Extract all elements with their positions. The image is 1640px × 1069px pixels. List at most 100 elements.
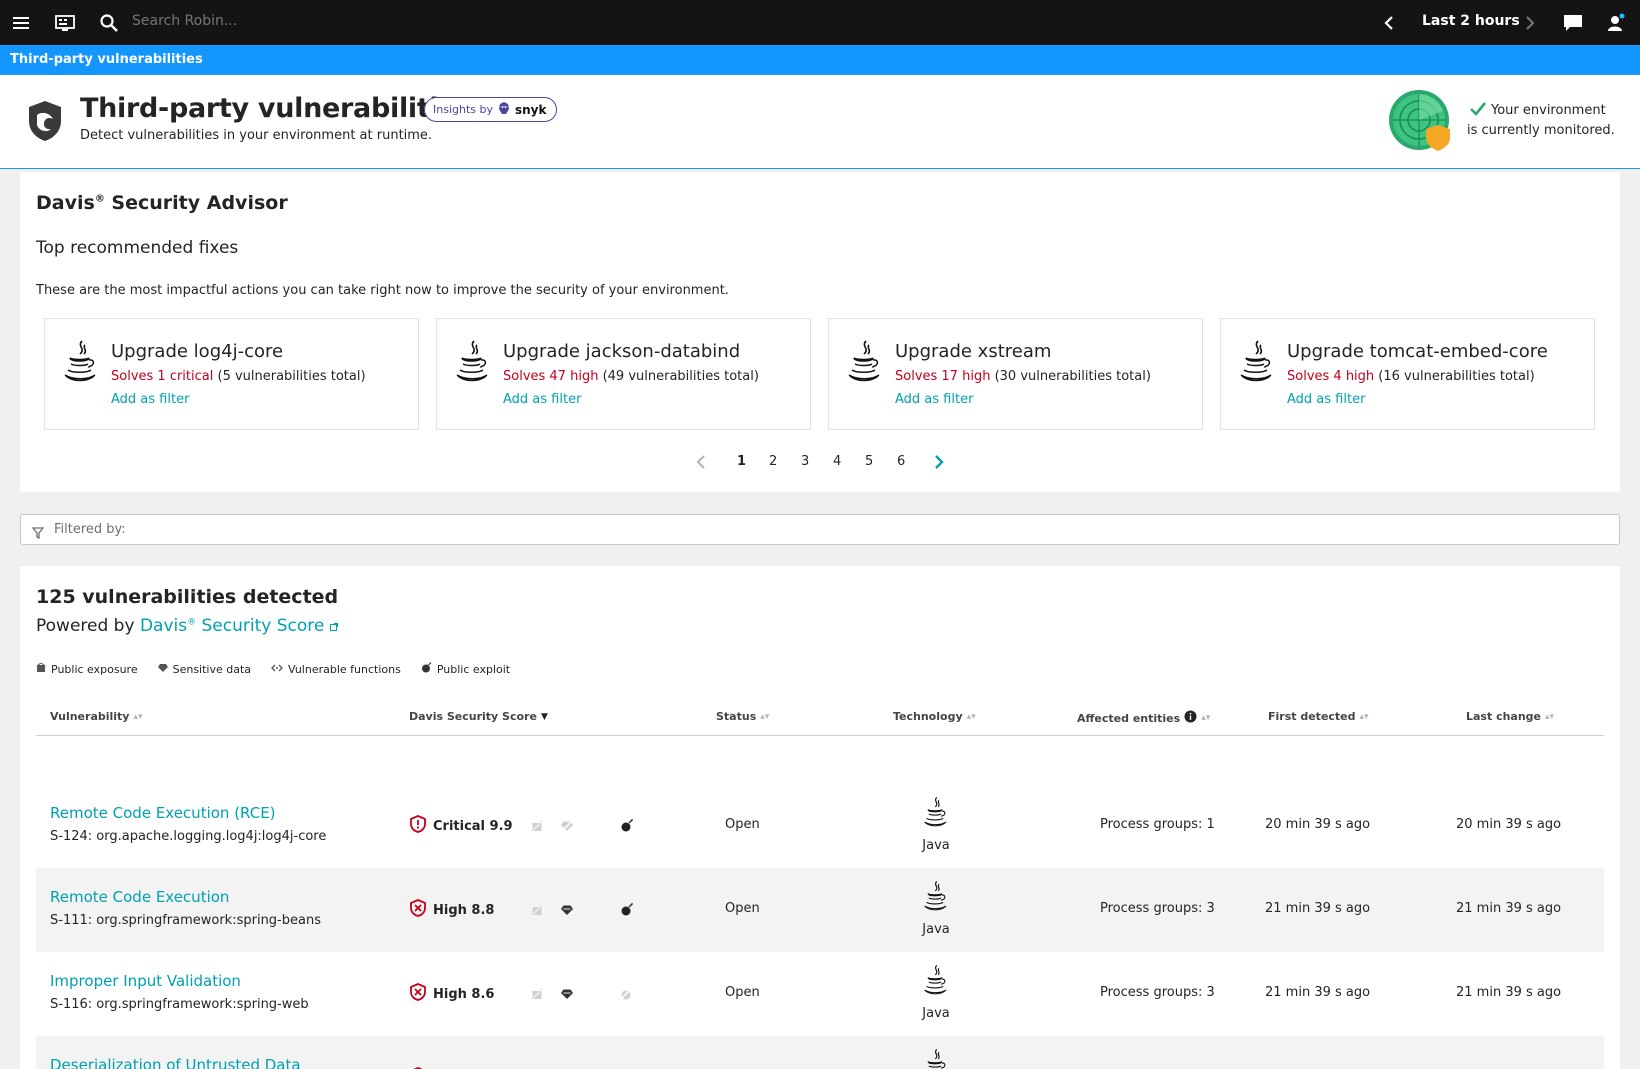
sensitive-data-icon bbox=[560, 817, 574, 836]
table-row[interactable]: Deserialization of Untrusted DataS-90: c… bbox=[36, 1036, 1604, 1069]
page-5[interactable]: 5 bbox=[865, 454, 873, 469]
add-as-filter-link[interactable]: Add as filter bbox=[503, 392, 581, 407]
menu-icon[interactable] bbox=[10, 12, 32, 34]
shield-logo-icon bbox=[26, 99, 64, 147]
search-icon[interactable] bbox=[98, 12, 120, 34]
public-exploit-icon bbox=[619, 985, 634, 1004]
column-vulnerability[interactable]: Vulnerability ▴▾ bbox=[50, 710, 143, 723]
chevron-right-icon[interactable] bbox=[1519, 12, 1541, 34]
high-shield-icon bbox=[410, 899, 426, 921]
table-row[interactable]: Remote Code Execution S-111: org.springfr… bbox=[36, 868, 1604, 952]
page-3[interactable]: 3 bbox=[801, 454, 809, 469]
java-icon bbox=[61, 339, 101, 393]
java-icon bbox=[1237, 339, 1277, 393]
public-exposure-icon bbox=[530, 901, 544, 920]
last-change-value: 20 min 39 s ago bbox=[1456, 817, 1562, 832]
fix-severity: Solves 4 high (16 vulnerabilities total) bbox=[1287, 369, 1535, 384]
column-davis-security-score[interactable]: Davis Security Score ▼ bbox=[409, 710, 548, 723]
security-score: High 8.6 bbox=[410, 983, 494, 1005]
top-bar: Last 2 hours bbox=[0, 0, 1640, 45]
table-row[interactable]: Remote Code Execution (RCE) S-124: org.ap… bbox=[36, 784, 1604, 868]
table-row[interactable]: Improper Input Validation S-116: org.spri… bbox=[36, 952, 1604, 1036]
add-as-filter-link[interactable]: Add as filter bbox=[1287, 392, 1365, 407]
vulnerability-link[interactable]: Remote Code Execution (RCE) bbox=[50, 804, 276, 822]
sort-desc-icon: ▼ bbox=[540, 711, 548, 722]
monitoring-radar-icon bbox=[1388, 89, 1454, 159]
affected-entities-value[interactable]: Process groups: 3 bbox=[1100, 985, 1215, 1000]
fix-card: Upgrade tomcat-embed-core Solves 4 high … bbox=[1220, 318, 1595, 430]
fix-card: Upgrade jackson-databind Solves 47 high … bbox=[436, 318, 811, 430]
fix-title: Upgrade tomcat-embed-core bbox=[1287, 341, 1548, 362]
sensitive-data-icon bbox=[157, 663, 168, 676]
vulnerability-package: S-124: org.apache.logging.log4j:log4j-co… bbox=[50, 829, 327, 844]
fix-title: Upgrade xstream bbox=[895, 341, 1052, 362]
legend-public-exposure: Public exposure bbox=[36, 661, 138, 677]
public-exposure-icon bbox=[530, 985, 544, 1004]
first-detected-value: 20 min 39 s ago bbox=[1265, 817, 1371, 832]
vulnerability-package: S-111: org.springframework:spring-beans bbox=[50, 913, 321, 928]
vulnerability-package: S-116: org.springframework:spring-web bbox=[50, 997, 309, 1012]
column-last-change[interactable]: Last change ▴▾ bbox=[1466, 710, 1554, 723]
add-as-filter-link[interactable]: Add as filter bbox=[111, 392, 189, 407]
filter-bar[interactable]: Filtered by: bbox=[20, 514, 1620, 545]
public-exposure-icon bbox=[36, 661, 46, 676]
column-status[interactable]: Status ▴▾ bbox=[716, 710, 769, 723]
sort-icon: ▴▾ bbox=[760, 711, 770, 722]
chat-icon[interactable] bbox=[1562, 12, 1584, 34]
column-technology[interactable]: Technology ▴▾ bbox=[893, 710, 976, 723]
davis-security-score-link[interactable]: Davis® Security Score bbox=[140, 616, 324, 636]
vulnerability-link[interactable]: Improper Input Validation bbox=[50, 972, 241, 990]
next-page-icon[interactable] bbox=[933, 454, 945, 474]
page-4[interactable]: 4 bbox=[833, 454, 841, 469]
public-exposure-icon bbox=[530, 817, 544, 836]
page-1[interactable]: 1 bbox=[737, 454, 746, 469]
info-icon[interactable] bbox=[1184, 710, 1197, 726]
badge-prefix: Insights by bbox=[433, 103, 493, 116]
advisor-title: Davis® Security Advisor bbox=[36, 192, 288, 214]
breadcrumb[interactable]: Third-party vulnerabilities bbox=[10, 52, 203, 67]
status-value: Open bbox=[725, 985, 760, 1000]
monitor-icon[interactable] bbox=[54, 12, 76, 34]
add-as-filter-link[interactable]: Add as filter bbox=[895, 392, 973, 407]
fix-card: Upgrade xstream Solves 17 high (30 vulne… bbox=[828, 318, 1203, 430]
java-icon bbox=[921, 796, 951, 836]
last-change-value: 21 min 39 s ago bbox=[1456, 901, 1562, 916]
sort-icon: ▴▾ bbox=[1201, 713, 1211, 723]
technology-label: Java bbox=[922, 1006, 950, 1021]
page-6[interactable]: 6 bbox=[897, 454, 905, 469]
badge-brand: snyk bbox=[515, 102, 547, 117]
page-subtitle: Detect vulnerabilities in your environme… bbox=[80, 128, 433, 143]
high-shield-icon bbox=[410, 983, 426, 1005]
external-link-icon[interactable] bbox=[329, 616, 338, 636]
powered-by: Powered by Davis® Security Score bbox=[36, 616, 338, 636]
vulnerability-link[interactable]: Deserialization of Untrusted Data bbox=[50, 1056, 301, 1069]
security-score: Critical 9.9 bbox=[410, 815, 513, 837]
page-2[interactable]: 2 bbox=[769, 454, 777, 469]
breadcrumb-bar: Third-party vulnerabilities bbox=[0, 45, 1640, 75]
technology-cell: Java bbox=[906, 796, 966, 853]
public-exploit-icon bbox=[620, 817, 633, 836]
page-header: Third-party vulnerabilities Insights by … bbox=[0, 75, 1640, 169]
column-affected-entities[interactable]: Affected entities ▴▾ bbox=[1077, 710, 1210, 726]
fix-card: Upgrade log4j-core Solves 1 critical (5 … bbox=[44, 318, 419, 430]
advisor-description: These are the most impactful actions you… bbox=[36, 283, 729, 298]
vulnerability-link[interactable]: Remote Code Execution bbox=[50, 888, 229, 906]
technology-cell: Java bbox=[906, 880, 966, 937]
filter-label: Filtered by: bbox=[54, 522, 126, 537]
chevron-left-icon[interactable] bbox=[1378, 12, 1400, 34]
java-icon bbox=[453, 339, 493, 393]
first-detected-value: 21 min 39 s ago bbox=[1265, 901, 1371, 916]
java-icon bbox=[845, 339, 885, 393]
legend-vulnerable-functions: Vulnerable functions bbox=[271, 661, 401, 677]
timeframe-selector[interactable]: Last 2 hours bbox=[1422, 13, 1520, 29]
java-icon bbox=[921, 964, 951, 1004]
previous-page-icon[interactable] bbox=[695, 454, 707, 474]
affected-entities-value[interactable]: Process groups: 3 bbox=[1100, 901, 1215, 916]
user-icon[interactable] bbox=[1605, 12, 1627, 34]
affected-entities-value[interactable]: Process groups: 1 bbox=[1100, 817, 1215, 832]
search-input[interactable] bbox=[132, 13, 352, 29]
column-first-detected[interactable]: First detected ▴▾ bbox=[1268, 710, 1369, 723]
sort-icon: ▴▾ bbox=[133, 711, 143, 722]
status-value: Open bbox=[725, 901, 760, 916]
first-detected-value: 21 min 39 s ago bbox=[1265, 985, 1371, 1000]
